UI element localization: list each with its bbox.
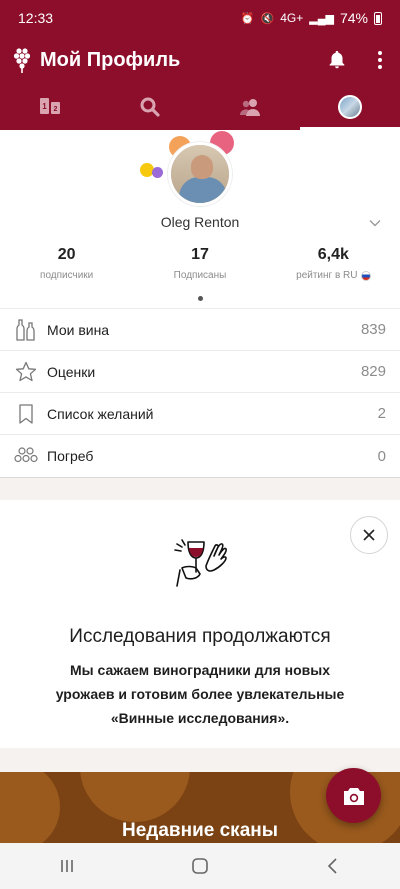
signal-icon: ▂▄▆ xyxy=(309,12,334,25)
stat-value: 20 xyxy=(57,246,76,263)
alarm-icon: ⏰ xyxy=(240,12,255,25)
menu-item-label: Оценки xyxy=(47,363,96,380)
decor-blob xyxy=(80,772,190,822)
menu-item-label: Погреб xyxy=(47,448,94,464)
svg-text:1: 1 xyxy=(42,102,47,111)
more-vert-icon[interactable] xyxy=(378,51,382,69)
network-type: 4G+ xyxy=(280,11,304,25)
page-indicator-dot xyxy=(198,296,203,301)
status-time: 12:33 xyxy=(18,10,54,26)
bell-icon[interactable] xyxy=(326,49,348,71)
bookmark-icon xyxy=(19,403,33,424)
friends-icon xyxy=(240,99,260,116)
tab-friends[interactable] xyxy=(200,84,300,130)
back-icon[interactable] xyxy=(323,856,343,876)
research-text: Мы сажаем виноградники для новых урожаев… xyxy=(55,662,345,726)
chevron-down-icon[interactable] xyxy=(368,216,382,230)
svg-text:2: 2 xyxy=(54,106,58,113)
battery-percent: 74% xyxy=(339,10,368,26)
close-button[interactable] xyxy=(350,516,388,554)
menu-item-count: 2 xyxy=(377,405,386,422)
menu-item-ratings[interactable]: Оценки 829 xyxy=(0,351,400,393)
menu-item-label: Мои вина xyxy=(47,321,110,338)
decor-dot-purple xyxy=(152,167,163,178)
profile-menu: Мои вина 839 Оценки 829 Список желаний 2… xyxy=(0,308,400,478)
research-title: Исследования продолжаются xyxy=(69,626,331,647)
stat-value: 6,4k xyxy=(317,246,349,263)
research-card: Исследования продолжаются Мы сажаем вино… xyxy=(0,500,400,748)
menu-item-my-wines[interactable]: Мои вина 839 xyxy=(0,309,400,351)
menu-item-count: 0 xyxy=(377,447,386,465)
stat-label: рейтинг в RU xyxy=(296,270,358,281)
profile-header: Oleg Renton 20 подписчики 17 Подписаны 6… xyxy=(0,130,400,308)
search-icon xyxy=(140,97,160,117)
app-bar: Мой Профиль xyxy=(0,36,400,84)
menu-item-count: 839 xyxy=(360,321,386,338)
ranking-icon: 1 2 xyxy=(40,98,60,114)
stat-rating[interactable]: 6,4k рейтинг в RU xyxy=(267,246,400,281)
battery-icon xyxy=(374,11,382,25)
menu-item-count: 829 xyxy=(360,363,386,380)
mute-icon: 🔇 xyxy=(260,12,275,25)
recent-scans-title: Недавние сканы xyxy=(122,820,278,841)
stat-value: 17 xyxy=(191,246,209,263)
tab-rankings[interactable]: 1 2 xyxy=(0,84,100,130)
camera-icon xyxy=(343,787,364,805)
menu-item-cellar[interactable]: Погреб 0 xyxy=(0,435,400,477)
home-icon[interactable] xyxy=(190,856,210,876)
menu-item-wishlist[interactable]: Список желаний 2 xyxy=(0,393,400,435)
status-bar: 12:33 ⏰ 🔇 4G+ ▂▄▆ 74% xyxy=(0,0,400,36)
bottles-icon xyxy=(16,318,35,341)
russia-flag-icon xyxy=(360,270,371,281)
vivino-logo-icon xyxy=(14,48,31,73)
profile-stats: 20 подписчики 17 Подписаны 6,4k рейтинг … xyxy=(0,246,400,281)
tab-search[interactable] xyxy=(100,84,200,130)
close-icon xyxy=(363,529,375,541)
avatar[interactable] xyxy=(168,142,232,206)
profile-avatar-icon xyxy=(338,95,362,119)
tab-profile[interactable] xyxy=(300,84,400,130)
status-icons: ⏰ 🔇 4G+ ▂▄▆ 74% xyxy=(241,10,382,26)
stat-following[interactable]: 17 Подписаны xyxy=(133,246,266,281)
stat-label: подписчики xyxy=(40,270,94,281)
stat-followers[interactable]: 20 подписчики xyxy=(0,246,133,281)
tab-bar: 1 2 xyxy=(0,84,400,130)
cellar-icon xyxy=(14,447,38,463)
stat-label: Подписаны xyxy=(173,270,227,281)
system-nav-bar xyxy=(0,843,400,889)
scan-camera-button[interactable] xyxy=(326,768,381,823)
menu-item-label: Список желаний xyxy=(47,405,154,422)
recent-apps-icon[interactable] xyxy=(57,856,77,876)
user-name: Oleg Renton xyxy=(160,214,240,230)
wine-tasting-illustration-icon xyxy=(174,539,227,587)
page-title: Мой Профиль xyxy=(40,48,181,71)
star-icon xyxy=(15,361,37,381)
